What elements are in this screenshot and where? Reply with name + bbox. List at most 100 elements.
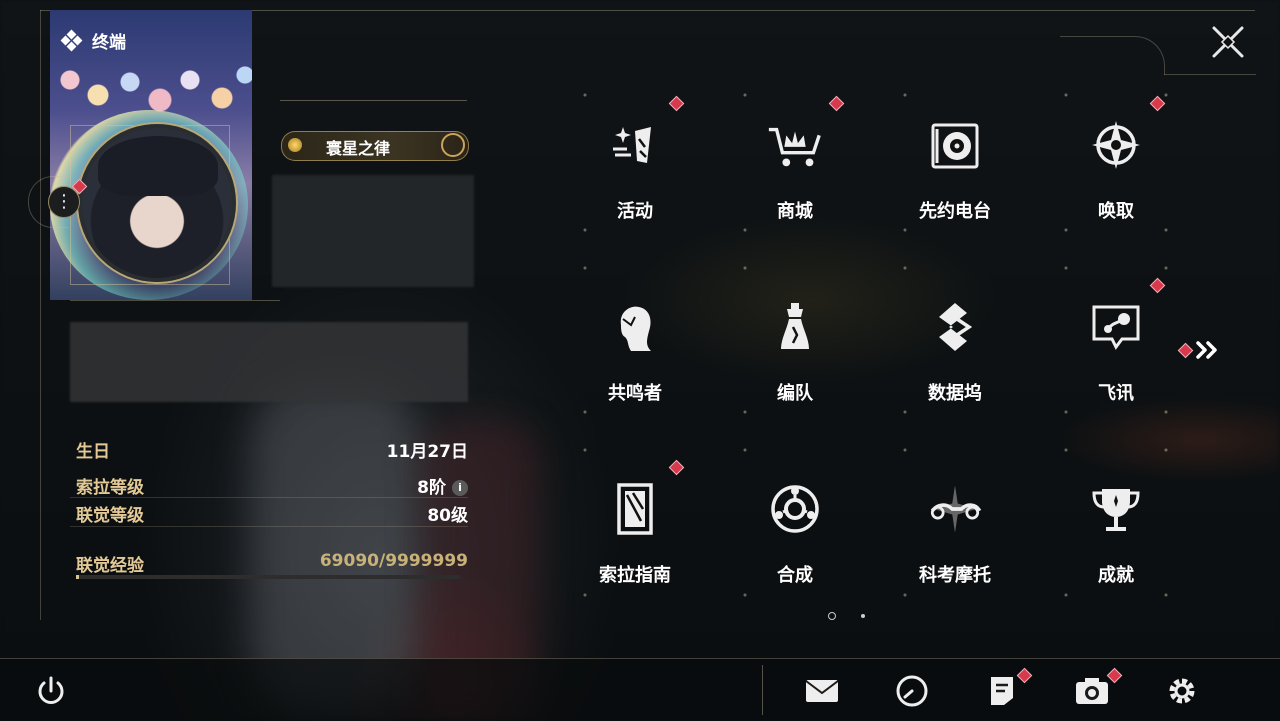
terminal-diamond-icon bbox=[60, 29, 83, 51]
synthesis-ring-icon bbox=[765, 479, 825, 539]
mail-button[interactable] bbox=[803, 672, 841, 710]
union-level-value: 80级 bbox=[427, 506, 468, 526]
achievement-trophy-icon bbox=[1086, 479, 1146, 539]
avatar-hair bbox=[98, 136, 218, 196]
shop-cart-icon bbox=[765, 115, 825, 175]
settings-button[interactable] bbox=[1163, 672, 1201, 710]
player-signature-blurred bbox=[70, 322, 468, 402]
grid-marker bbox=[1063, 92, 1069, 98]
player-name-blurred bbox=[272, 175, 474, 287]
menu-item-label: 活动 bbox=[617, 201, 653, 222]
frame-corner-line bbox=[1164, 74, 1256, 75]
close-button[interactable] bbox=[1208, 22, 1248, 62]
menu-item-activity-sparkle[interactable]: 活动 bbox=[555, 95, 715, 225]
grid-marker bbox=[742, 227, 748, 233]
bottom-separator bbox=[762, 665, 763, 715]
menu-item-label: 编队 bbox=[777, 383, 813, 404]
menu-item-achievement-trophy[interactable]: 成就 bbox=[1036, 469, 1196, 589]
menu-item-label: 商城 bbox=[777, 201, 813, 222]
grid-marker bbox=[582, 265, 588, 271]
menu-item-shop-cart[interactable]: 商城 bbox=[715, 95, 875, 225]
next-page-red-badge bbox=[1177, 342, 1194, 358]
avatar[interactable] bbox=[78, 124, 236, 282]
menu-item-label: 共鸣者 bbox=[608, 383, 662, 404]
menu-item-label: 成就 bbox=[1098, 565, 1134, 586]
title-badge[interactable]: 寰星之律 bbox=[281, 131, 469, 161]
grid-marker bbox=[582, 447, 588, 453]
grid-marker bbox=[1063, 592, 1069, 598]
grid-marker bbox=[1063, 227, 1069, 233]
menu-item-data-bank[interactable]: 数据坞 bbox=[875, 287, 1035, 407]
title-badge-text: 寰星之律 bbox=[326, 139, 391, 158]
grid-marker bbox=[582, 92, 588, 98]
power-button[interactable] bbox=[32, 672, 70, 710]
grid-marker bbox=[742, 409, 748, 415]
message-bubble-icon bbox=[1086, 297, 1146, 357]
data-bank-icon bbox=[925, 297, 985, 357]
grid-marker bbox=[582, 409, 588, 415]
activity-sparkle-icon bbox=[605, 115, 665, 175]
union-exp-bar bbox=[76, 575, 460, 579]
badge-ring-icon bbox=[441, 133, 465, 157]
terminal-title-text: 终端 bbox=[92, 33, 126, 53]
union-exp-label: 联觉经验 bbox=[76, 556, 144, 576]
menu-item-motorbike[interactable]: 科考摩托 bbox=[875, 469, 1035, 589]
more-vertical-icon: ⋮ bbox=[55, 191, 73, 212]
birthday-value: 11月27日 bbox=[386, 442, 468, 462]
grid-marker bbox=[902, 265, 908, 271]
resonator-head-icon bbox=[605, 297, 665, 357]
mail-icon bbox=[805, 680, 839, 702]
clock-icon bbox=[896, 675, 928, 707]
grid-marker bbox=[902, 592, 908, 598]
settings-gear-icon bbox=[1169, 678, 1195, 704]
menu-item-label: 科考摩托 bbox=[919, 565, 991, 586]
name-divider bbox=[280, 100, 467, 101]
camera-button[interactable] bbox=[1073, 672, 1111, 710]
grid-marker bbox=[1163, 409, 1169, 415]
menu-item-label: 数据坞 bbox=[928, 383, 982, 404]
badge-orb-icon bbox=[288, 138, 302, 152]
menu-item-summon-compass[interactable]: 唤取 bbox=[1036, 95, 1196, 225]
menu-item-message-bubble[interactable]: 飞讯 bbox=[1036, 277, 1196, 407]
grid-marker bbox=[902, 409, 908, 415]
info-separator bbox=[70, 526, 468, 527]
menu-item-resonator-head[interactable]: 共鸣者 bbox=[555, 287, 715, 407]
menu-item-radio-record[interactable]: 先约电台 bbox=[875, 105, 1035, 225]
menu-item-guide-book[interactable]: 索拉指南 bbox=[555, 459, 715, 589]
double-chevron-right-icon bbox=[1196, 341, 1217, 359]
notes-icon bbox=[991, 677, 1013, 705]
union-level-label: 联觉等级 bbox=[76, 506, 144, 526]
page-dot[interactable] bbox=[861, 614, 865, 618]
menu-item-synthesis-ring[interactable]: 合成 bbox=[715, 469, 875, 589]
frame-corner bbox=[1060, 36, 1165, 75]
grid-marker bbox=[742, 447, 748, 453]
grid-marker bbox=[742, 265, 748, 271]
info-icon[interactable]: i bbox=[452, 480, 468, 496]
radio-record-icon bbox=[925, 115, 985, 175]
power-icon bbox=[38, 676, 64, 704]
menu-item-label: 合成 bbox=[777, 565, 813, 586]
grid-marker bbox=[1063, 265, 1069, 271]
menu-item-label: 索拉指南 bbox=[599, 565, 671, 586]
grid-marker bbox=[1163, 92, 1169, 98]
grid-marker bbox=[902, 227, 908, 233]
birthday-label: 生日 bbox=[76, 442, 110, 462]
motorbike-icon bbox=[925, 479, 985, 539]
grid-marker bbox=[902, 92, 908, 98]
grid-marker bbox=[742, 92, 748, 98]
clock-button[interactable] bbox=[893, 672, 931, 710]
union-exp-value: 69090/9999999 bbox=[319, 551, 468, 571]
grid-marker bbox=[1163, 447, 1169, 453]
menu-item-team-chess[interactable]: 编队 bbox=[715, 287, 875, 407]
grid-marker bbox=[1163, 227, 1169, 233]
profile-divider bbox=[70, 300, 280, 301]
next-page-button[interactable] bbox=[1177, 340, 1221, 360]
sola-level-value-wrap: 8阶 i bbox=[417, 473, 468, 498]
notes-button[interactable] bbox=[983, 672, 1021, 710]
union-exp-fill bbox=[76, 575, 79, 579]
sola-level-label: 索拉等级 bbox=[76, 478, 144, 498]
grid-marker bbox=[582, 227, 588, 233]
guide-book-icon bbox=[605, 479, 665, 539]
grid-marker bbox=[902, 447, 908, 453]
page-dot-active[interactable] bbox=[828, 612, 836, 620]
